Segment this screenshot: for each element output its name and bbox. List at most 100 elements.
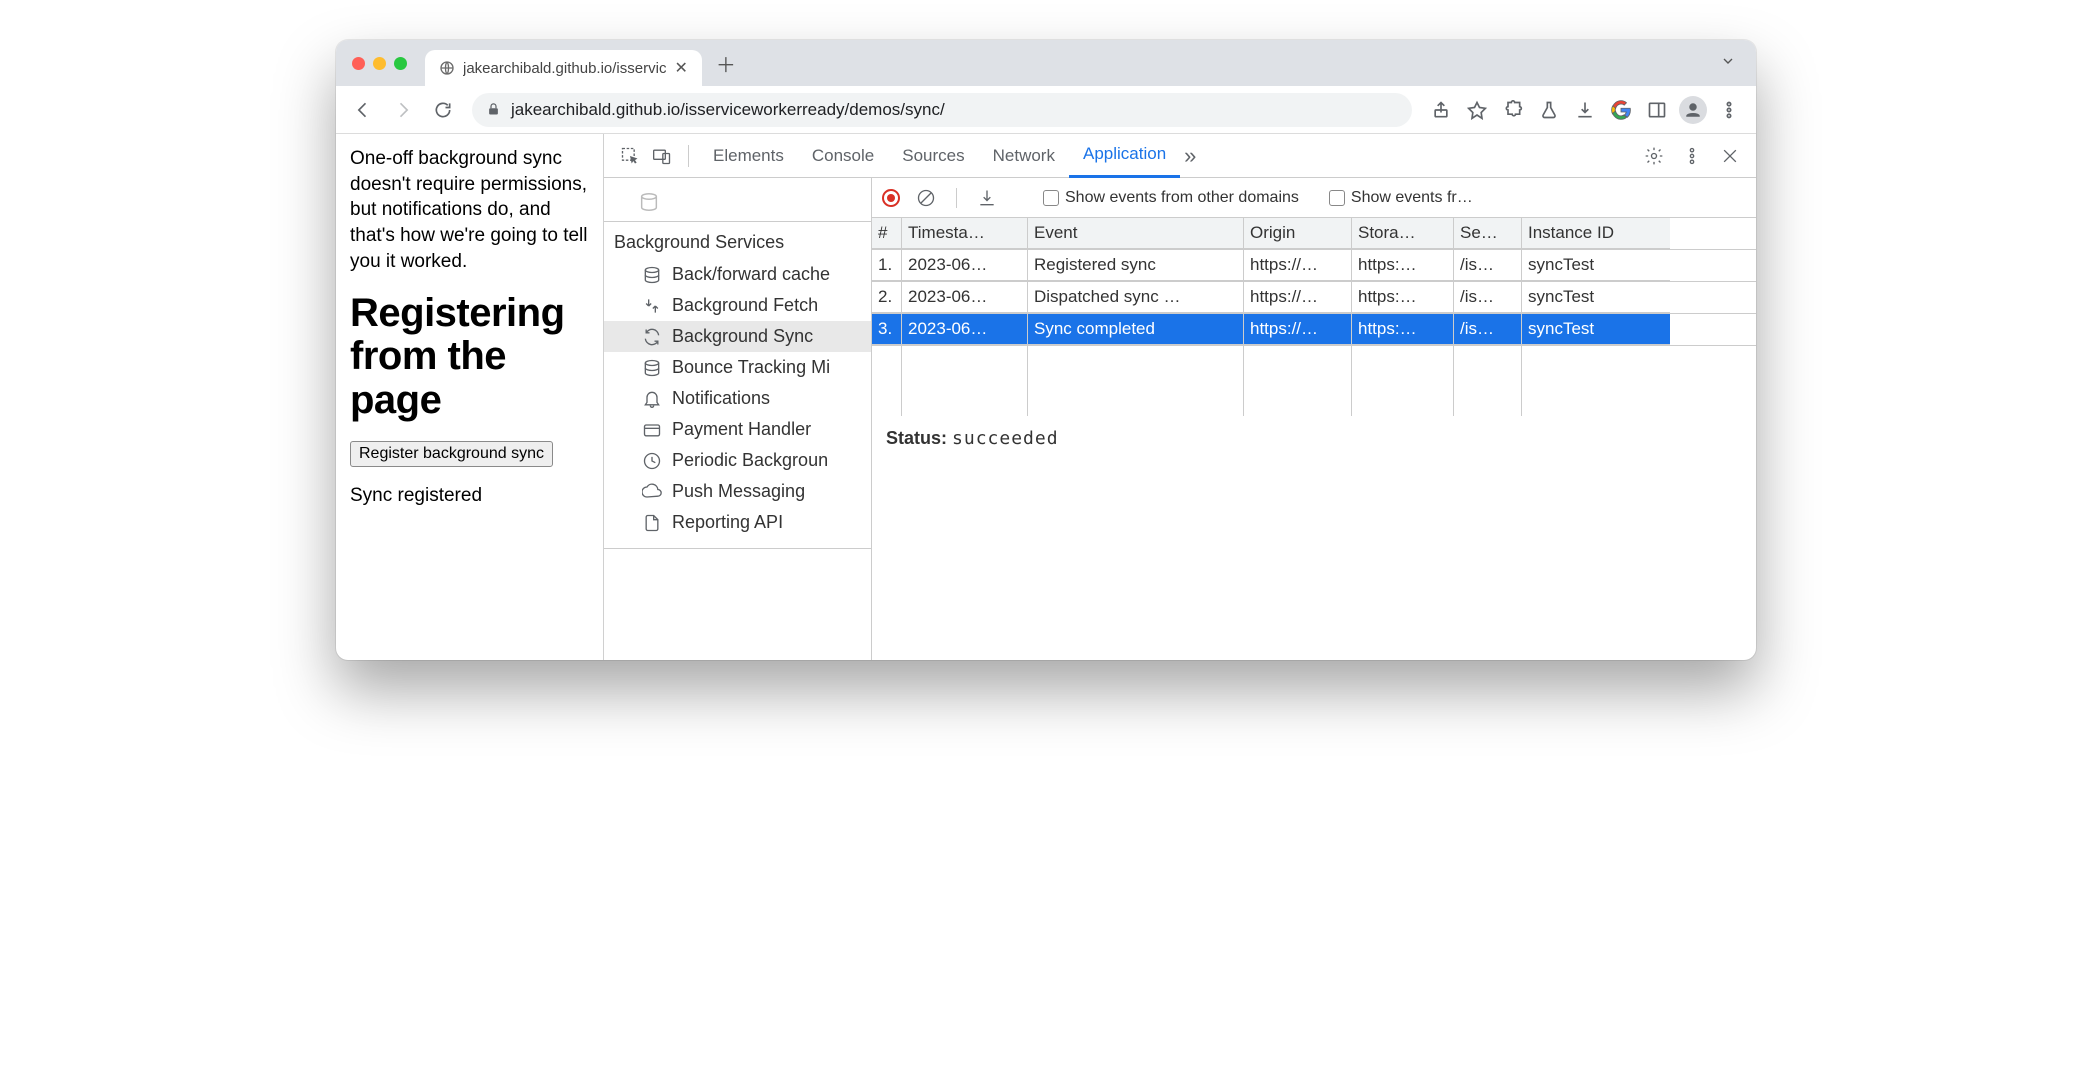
events-table: # Timesta… Event Origin Stora… Se… Insta… xyxy=(872,218,1756,416)
gear-icon[interactable] xyxy=(1638,140,1670,172)
checkbox-label: Show events from other domains xyxy=(1065,189,1299,207)
page-heading: Registering from the page xyxy=(350,292,591,422)
table-cell: syncTest xyxy=(1522,250,1670,281)
devtools-sidebar: . Background Services Back/forward cache… xyxy=(604,178,872,660)
table-cell: 3. xyxy=(872,314,902,345)
lock-icon xyxy=(486,102,501,117)
content-area: One-off background sync doesn't require … xyxy=(336,134,1756,660)
devtools-tabbar: Elements Console Sources Network Applica… xyxy=(604,134,1756,178)
col-event[interactable]: Event xyxy=(1028,218,1244,249)
sidebar-item-push-messaging[interactable]: Push Messaging xyxy=(604,476,871,507)
table-cell: https://… xyxy=(1244,282,1352,313)
separator xyxy=(688,145,689,167)
clear-icon[interactable] xyxy=(910,182,942,214)
webpage-pane: One-off background sync doesn't require … xyxy=(336,134,604,660)
tab-console[interactable]: Console xyxy=(798,134,888,178)
sidebar-bottom-divider xyxy=(604,548,871,568)
share-icon[interactable] xyxy=(1424,93,1458,127)
col-storage[interactable]: Stora… xyxy=(1352,218,1454,249)
sidebar-item-label: Background Sync xyxy=(672,326,813,347)
google-icon[interactable] xyxy=(1604,93,1638,127)
tab-network[interactable]: Network xyxy=(979,134,1069,178)
kebab-menu-icon[interactable] xyxy=(1712,93,1746,127)
checkbox-other-domains[interactable]: Show events from other domains xyxy=(1043,189,1299,207)
col-timestamp[interactable]: Timesta… xyxy=(902,218,1028,249)
checkbox-label: Show events fr… xyxy=(1351,189,1473,207)
sidebar-item-reporting-api[interactable]: Reporting API xyxy=(604,507,871,538)
sidebar-item-payment-handler[interactable]: Payment Handler xyxy=(604,414,871,445)
new-tab-button[interactable]: ＋ xyxy=(716,49,736,78)
tab-sources[interactable]: Sources xyxy=(888,134,978,178)
tabs-dropdown-icon[interactable] xyxy=(1720,53,1736,74)
tab-elements[interactable]: Elements xyxy=(699,134,798,178)
close-window-icon[interactable] xyxy=(352,57,365,70)
status-line: Status: succeeded xyxy=(872,416,1756,461)
table-cell: 2023-06… xyxy=(902,314,1028,345)
profile-avatar[interactable] xyxy=(1676,93,1710,127)
sidebar-item-notifications[interactable]: Notifications xyxy=(604,383,871,414)
table-cell: https:… xyxy=(1352,250,1454,281)
sidebar-item-periodic-background[interactable]: Periodic Backgroun xyxy=(604,445,871,476)
table-cell: Sync completed xyxy=(1028,314,1244,345)
table-header-row: # Timesta… Event Origin Stora… Se… Insta… xyxy=(872,218,1756,250)
labs-icon[interactable] xyxy=(1532,93,1566,127)
table-cell: Dispatched sync … xyxy=(1028,282,1244,313)
status-label: Status: xyxy=(886,428,947,448)
events-toolbar: Show events from other domains Show even… xyxy=(872,178,1756,218)
col-num[interactable]: # xyxy=(872,218,902,249)
checkbox-show-events-from[interactable]: Show events fr… xyxy=(1329,189,1473,207)
extensions-icon[interactable] xyxy=(1496,93,1530,127)
inspect-element-icon[interactable] xyxy=(614,140,646,172)
sidebar-item-back-forward-cache[interactable]: Back/forward cache xyxy=(604,259,871,290)
browser-tab[interactable]: jakearchibald.github.io/isservic ✕ xyxy=(425,50,702,86)
empty-table-area xyxy=(872,346,1756,416)
sidebar-section-header: Background Services xyxy=(604,222,871,259)
browser-toolbar: jakearchibald.github.io/isserviceworkerr… xyxy=(336,86,1756,134)
table-cell: https://… xyxy=(1244,314,1352,345)
bookmark-icon[interactable] xyxy=(1460,93,1494,127)
sidebar-item-label: Bounce Tracking Mi xyxy=(672,357,830,378)
device-toolbar-icon[interactable] xyxy=(646,140,678,172)
tab-application[interactable]: Application xyxy=(1069,134,1180,178)
col-origin[interactable]: Origin xyxy=(1244,218,1352,249)
register-sync-button[interactable]: Register background sync xyxy=(350,441,553,467)
downloads-icon[interactable] xyxy=(1568,93,1602,127)
col-scope[interactable]: Se… xyxy=(1454,218,1522,249)
sidebar-item-bounce-tracking[interactable]: Bounce Tracking Mi xyxy=(604,352,871,383)
sidepanel-icon[interactable] xyxy=(1640,93,1674,127)
toolbar-actions xyxy=(1424,93,1746,127)
forward-button[interactable] xyxy=(386,93,420,127)
maximize-window-icon[interactable] xyxy=(394,57,407,70)
table-row[interactable]: 1.2023-06…Registered synchttps://…https:… xyxy=(872,250,1756,282)
checkbox-icon[interactable] xyxy=(1329,190,1345,206)
minimize-window-icon[interactable] xyxy=(373,57,386,70)
table-row[interactable]: 3.2023-06…Sync completedhttps://…https:…… xyxy=(872,314,1756,346)
col-instance[interactable]: Instance ID xyxy=(1522,218,1670,249)
table-cell: syncTest xyxy=(1522,314,1670,345)
table-cell: https:… xyxy=(1352,314,1454,345)
devtools-main: Show events from other domains Show even… xyxy=(872,178,1756,660)
status-value: succeeded xyxy=(952,428,1059,449)
devtools-body: . Background Services Back/forward cache… xyxy=(604,178,1756,660)
back-button[interactable] xyxy=(346,93,380,127)
devtools-pane: Elements Console Sources Network Applica… xyxy=(604,134,1756,660)
save-icon[interactable] xyxy=(971,182,1003,214)
sidebar-item-hidden[interactable]: . xyxy=(604,182,871,222)
table-cell: 2023-06… xyxy=(902,250,1028,281)
address-bar[interactable]: jakearchibald.github.io/isserviceworkerr… xyxy=(472,93,1412,127)
table-cell: 1. xyxy=(872,250,902,281)
table-row[interactable]: 2.2023-06…Dispatched sync …https://…http… xyxy=(872,282,1756,314)
tab-strip: jakearchibald.github.io/isservic ✕ ＋ xyxy=(336,40,1756,86)
close-tab-icon[interactable]: ✕ xyxy=(674,58,687,78)
browser-window: jakearchibald.github.io/isservic ✕ ＋ jak… xyxy=(336,40,1756,660)
devtools-kebab-icon[interactable] xyxy=(1676,140,1708,172)
checkbox-icon[interactable] xyxy=(1043,190,1059,206)
close-devtools-icon[interactable] xyxy=(1714,140,1746,172)
sidebar-item-background-fetch[interactable]: Background Fetch xyxy=(604,290,871,321)
tab-title: jakearchibald.github.io/isservic xyxy=(463,60,666,77)
sidebar-item-background-sync[interactable]: Background Sync xyxy=(604,321,871,352)
more-tabs-icon[interactable]: » xyxy=(1184,143,1196,169)
sidebar-item-label: Background Fetch xyxy=(672,295,818,316)
reload-button[interactable] xyxy=(426,93,460,127)
record-icon[interactable] xyxy=(882,189,900,207)
